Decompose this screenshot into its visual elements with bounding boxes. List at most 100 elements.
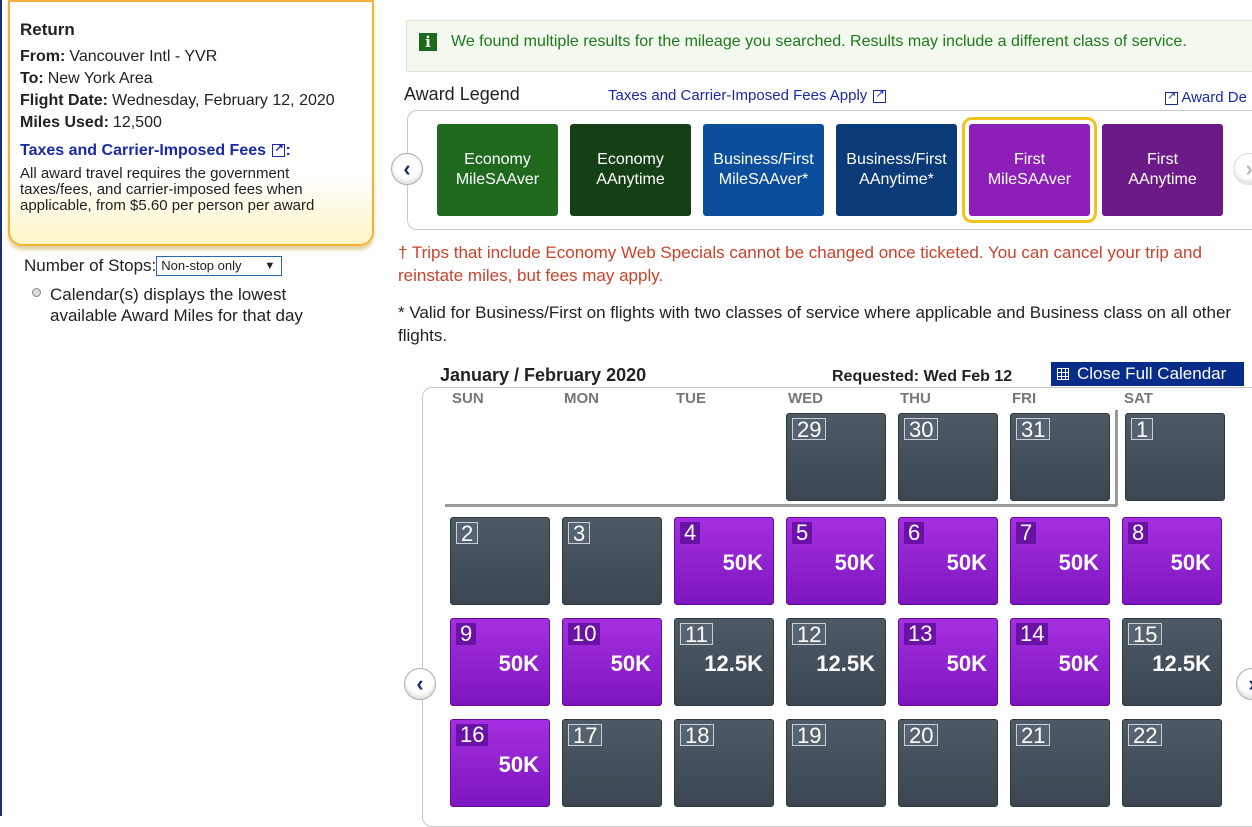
legend-item[interactable]: First AAnytime [1102, 124, 1223, 216]
month-separator-vertical [1115, 410, 1118, 506]
calendar-day[interactable]: 10 50K [562, 618, 662, 706]
external-link-icon[interactable] [873, 87, 887, 103]
calendar-day[interactable]: 22 [1122, 719, 1222, 807]
from-row: From: Vancouver Intl - YVR [20, 48, 362, 66]
external-link-icon[interactable] [272, 141, 286, 158]
calendar-day[interactable]: 7 50K [1010, 517, 1110, 605]
legend-item-label: First MileSAAver [988, 150, 1071, 190]
to-value: New York Area [47, 70, 153, 87]
fees-link[interactable]: Taxes and Carrier-Imposed Fees [20, 142, 266, 159]
to-label: To: [20, 70, 44, 87]
weekday-header: SUN [452, 390, 484, 407]
legend-item-label: Business/First AAnytime* [846, 150, 946, 190]
tax-link[interactable]: Taxes and Carrier-Imposed Fees Apply [608, 87, 867, 104]
month-separator [445, 504, 1117, 507]
legend-item-line2: MileSAAver* [718, 171, 809, 188]
day-miles: 12.5K [704, 651, 763, 676]
calendar-prev-button[interactable]: ‹ [404, 668, 436, 700]
legend-item-label: Economy AAnytime [596, 150, 664, 190]
external-link-icon[interactable] [1165, 89, 1178, 105]
calendar-day[interactable]: 20 [898, 719, 998, 807]
from-label: From: [20, 48, 66, 65]
calendar-day[interactable]: 17 [562, 719, 662, 807]
legend-item-line2: MileSAAver [987, 171, 1072, 188]
calendar-day[interactable]: 19 [786, 719, 886, 807]
day-number: 29 [792, 418, 827, 441]
calendar-note-text: Calendar(s) displays the lowest availabl… [50, 285, 303, 325]
calendar-day[interactable]: 29 [786, 413, 886, 501]
day-miles: 50K [498, 752, 539, 777]
chevron-left-icon: ‹ [403, 156, 411, 181]
day-number: 13 [904, 623, 937, 645]
miles-row: Miles Used: 12,500 [20, 114, 362, 132]
calendar-day[interactable]: 31 [1010, 413, 1110, 501]
chevron-right-icon: › [1248, 671, 1252, 696]
calendar-day[interactable]: 11 12.5K [674, 618, 774, 706]
day-number: 1 [1131, 418, 1154, 441]
day-miles: 50K [946, 651, 987, 676]
calendar-day[interactable]: 30 [898, 413, 998, 501]
day-number: 14 [1016, 623, 1049, 645]
calendar-day[interactable]: 5 50K [786, 517, 886, 605]
legend-item-line1: First [1146, 151, 1179, 168]
legend-item[interactable]: Economy AAnytime [570, 124, 691, 216]
legend-item-line1: Business/First [846, 151, 947, 168]
legend-item-line1: Economy [464, 151, 531, 168]
legend-item-line2: AAnytime [596, 171, 665, 188]
calendar-day[interactable]: 21 [1010, 719, 1110, 807]
calendar-day[interactable]: 9 50K [450, 618, 550, 706]
fees-colon: : [285, 142, 291, 159]
calendar-day[interactable]: 13 50K [898, 618, 998, 706]
legend-item-label: First AAnytime [1128, 150, 1196, 190]
weekday-header: FRI [1012, 390, 1037, 407]
date-value: Wednesday, February 12, 2020 [112, 92, 335, 109]
left-rule [0, 0, 2, 816]
legend-item[interactable]: Business/First AAnytime* [836, 124, 957, 216]
calendar-day[interactable]: 1 [1125, 413, 1225, 501]
legend-title: Award Legend [404, 84, 520, 104]
date-row: Flight Date: Wednesday, February 12, 2020 [20, 92, 362, 110]
dropdown-arrow-icon: ▼ [264, 260, 276, 272]
miles-value: 12,500 [112, 114, 162, 131]
chevron-right-icon: › [1245, 156, 1252, 181]
calendar-day[interactable]: 16 50K [450, 719, 550, 807]
miles-label: Miles Used: [20, 114, 109, 131]
fees-note: All award travel requires the government… [20, 165, 315, 214]
tax-link-row: Taxes and Carrier-Imposed Fees Apply [608, 87, 887, 104]
day-number: 19 [792, 724, 827, 747]
weekday-header: SAT [1124, 390, 1153, 407]
legend-item-label: Economy MileSAAver [456, 150, 539, 190]
day-miles: 50K [1170, 550, 1211, 575]
legend-item-label: Business/First MileSAAver* [713, 150, 813, 190]
day-number: 8 [1128, 522, 1149, 544]
trip-summary: Return From: Vancouver Intl - YVR To: New … [8, 0, 374, 246]
calendar-day[interactable]: 6 50K [898, 517, 998, 605]
to-row: To: New York Area [20, 70, 362, 88]
calendar-day[interactable]: 15 12.5K [1122, 618, 1222, 706]
close-calendar-button[interactable]: Close Full Calendar [1051, 362, 1244, 386]
stops-select[interactable]: Non-stop only ▼ [156, 256, 283, 276]
day-miles: 50K [722, 550, 763, 575]
legend-item[interactable]: Economy MileSAAver [437, 124, 558, 216]
chevron-left-icon: ‹ [416, 671, 424, 696]
close-calendar-label: Close Full Calendar [1077, 364, 1227, 383]
day-number: 11 [680, 623, 713, 646]
calendar-day[interactable]: 3 [562, 517, 662, 605]
calendar-day[interactable]: 8 50K [1122, 517, 1222, 605]
calendar-day[interactable]: 14 50K [1010, 618, 1110, 706]
day-number: 5 [792, 522, 813, 544]
legend-item-line1: Business/First [713, 151, 814, 168]
calendar-day[interactable]: 18 [674, 719, 774, 807]
summary-title: Return [20, 20, 75, 39]
web-special-note: † Trips that include Economy Web Special… [398, 243, 1202, 285]
legend-item[interactable]: Business/First MileSAAver* [703, 124, 824, 216]
award-details-link[interactable]: Award De [1181, 89, 1247, 106]
calendar-day[interactable]: 2 [450, 517, 550, 605]
fees-link-row: Taxes and Carrier-Imposed Fees : [20, 141, 362, 160]
legend-item[interactable]: First MileSAAver [962, 117, 1097, 223]
bullet-icon [32, 288, 41, 297]
day-number: 6 [904, 522, 925, 544]
calendar-day[interactable]: 4 50K [674, 517, 774, 605]
legend-prev-button[interactable]: ‹ [391, 153, 423, 185]
calendar-day[interactable]: 12 12.5K [786, 618, 886, 706]
